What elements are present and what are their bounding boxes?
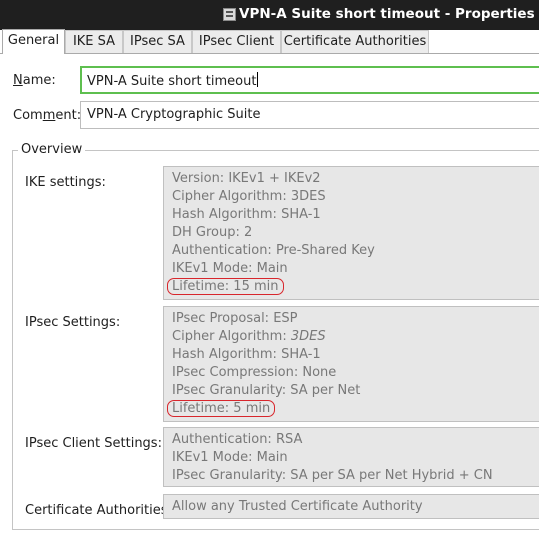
ipsec-settings-label: IPsec Settings: — [25, 315, 121, 330]
tab-ipsec-client[interactable]: IPsec Client — [192, 30, 281, 53]
ipsec-cipher-algorithm: Cipher Algorithm: 3DES — [172, 329, 326, 344]
ipsec-proposal: IPsec Proposal: ESP — [172, 311, 298, 326]
properties-window-icon — [223, 8, 236, 21]
tab-strip: General IKE SA IPsec SA IPsec Client Cer… — [0, 29, 539, 54]
ike-lifetime-highlighted: Lifetime: 15 min — [167, 278, 284, 295]
client-ikev1-mode: IKEv1 Mode: Main — [172, 450, 288, 465]
ike-hash-algorithm: Hash Algorithm: SHA-1 — [172, 207, 321, 222]
title-bar[interactable]: VPN-A Suite short timeout - Properties — [0, 0, 539, 30]
ike-authentication: Authentication: Pre-Shared Key — [172, 243, 375, 258]
certificate-authorities-label: Certificate Authorities: — [25, 503, 172, 518]
name-field[interactable]: VPN-A Suite short timeout — [80, 66, 539, 94]
tab-ipsec-sa[interactable]: IPsec SA — [123, 30, 192, 53]
ike-settings-label: IKE settings: — [25, 175, 106, 190]
ike-version: Version: IKEv1 + IKEv2 — [172, 171, 321, 186]
ipsec-client-settings-box: Authentication: RSA IKEv1 Mode: Main IPs… — [163, 427, 539, 487]
ike-v1-mode: IKEv1 Mode: Main — [172, 261, 288, 276]
ike-settings-box: Version: IKEv1 + IKEv2 Cipher Algorithm:… — [163, 166, 539, 300]
window-title: VPN-A Suite short timeout - Properties — [239, 6, 535, 22]
ipsec-compression: IPsec Compression: None — [172, 365, 337, 380]
ipsec-cipher-value: 3DES — [290, 329, 326, 344]
name-value: VPN-A Suite short timeout — [87, 74, 257, 89]
ipsec-hash-algorithm: Hash Algorithm: SHA-1 — [172, 347, 321, 362]
comment-field[interactable]: VPN-A Cryptographic Suite — [80, 101, 539, 129]
client-authentication: Authentication: RSA — [172, 432, 303, 447]
certificate-authorities-box: Allow any Trusted Certificate Authority — [163, 494, 539, 519]
name-label: Name: — [13, 73, 56, 88]
overview-legend: Overview — [18, 142, 86, 157]
tab-divider — [0, 53, 539, 54]
comment-label: Comment: — [13, 108, 82, 123]
ipsec-client-settings-label: IPsec Client Settings: — [25, 436, 162, 451]
tab-general[interactable]: General — [2, 29, 65, 54]
ipsec-lifetime-highlighted: Lifetime: 5 min — [167, 400, 276, 417]
ipsec-granularity: IPsec Granularity: SA per Net — [172, 383, 361, 398]
ike-cipher-algorithm: Cipher Algorithm: 3DES — [172, 189, 326, 204]
tab-ike-sa[interactable]: IKE SA — [65, 30, 123, 53]
text-caret — [257, 72, 259, 87]
client-ipsec-granularity: IPsec Granularity: SA per SA per Net Hyb… — [172, 468, 493, 483]
certificate-authorities-value: Allow any Trusted Certificate Authority — [172, 499, 423, 514]
comment-value: VPN-A Cryptographic Suite — [87, 107, 261, 122]
ike-dh-group: DH Group: 2 — [172, 225, 253, 240]
tab-certificate-authorities[interactable]: Certificate Authorities — [281, 30, 429, 53]
ipsec-settings-box: IPsec Proposal: ESP Cipher Algorithm: 3D… — [163, 306, 539, 422]
